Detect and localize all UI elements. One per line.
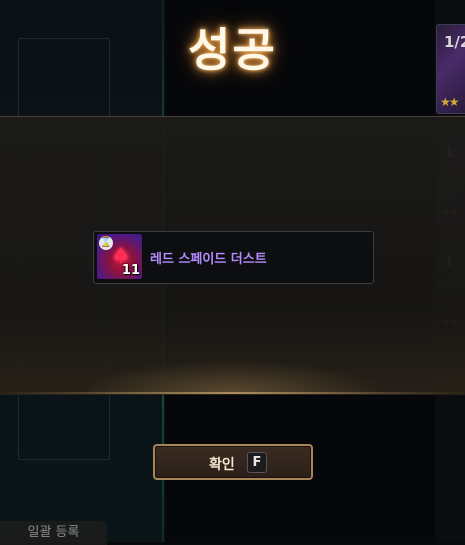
result-title: 성공 bbox=[188, 23, 277, 77]
confirm-button[interactable]: 확인 F bbox=[153, 444, 313, 480]
bulk-register-button[interactable]: 일괄 등록 bbox=[0, 521, 107, 545]
red-spade-dust-icon: ⌛ ♠ 11 bbox=[97, 234, 142, 279]
reward-item[interactable]: ⌛ ♠ 11 레드 스페이드 더스트 bbox=[93, 231, 374, 284]
hotkey-f-icon: F bbox=[247, 452, 267, 473]
confirm-label: 확인 bbox=[209, 457, 235, 473]
banner-glow-line bbox=[0, 392, 465, 394]
banner-shine bbox=[80, 360, 385, 394]
item-quantity: 11 bbox=[121, 263, 140, 278]
card-stars: ★★ bbox=[440, 95, 459, 109]
item-name: 레드 스페이드 더스트 bbox=[150, 252, 267, 267]
